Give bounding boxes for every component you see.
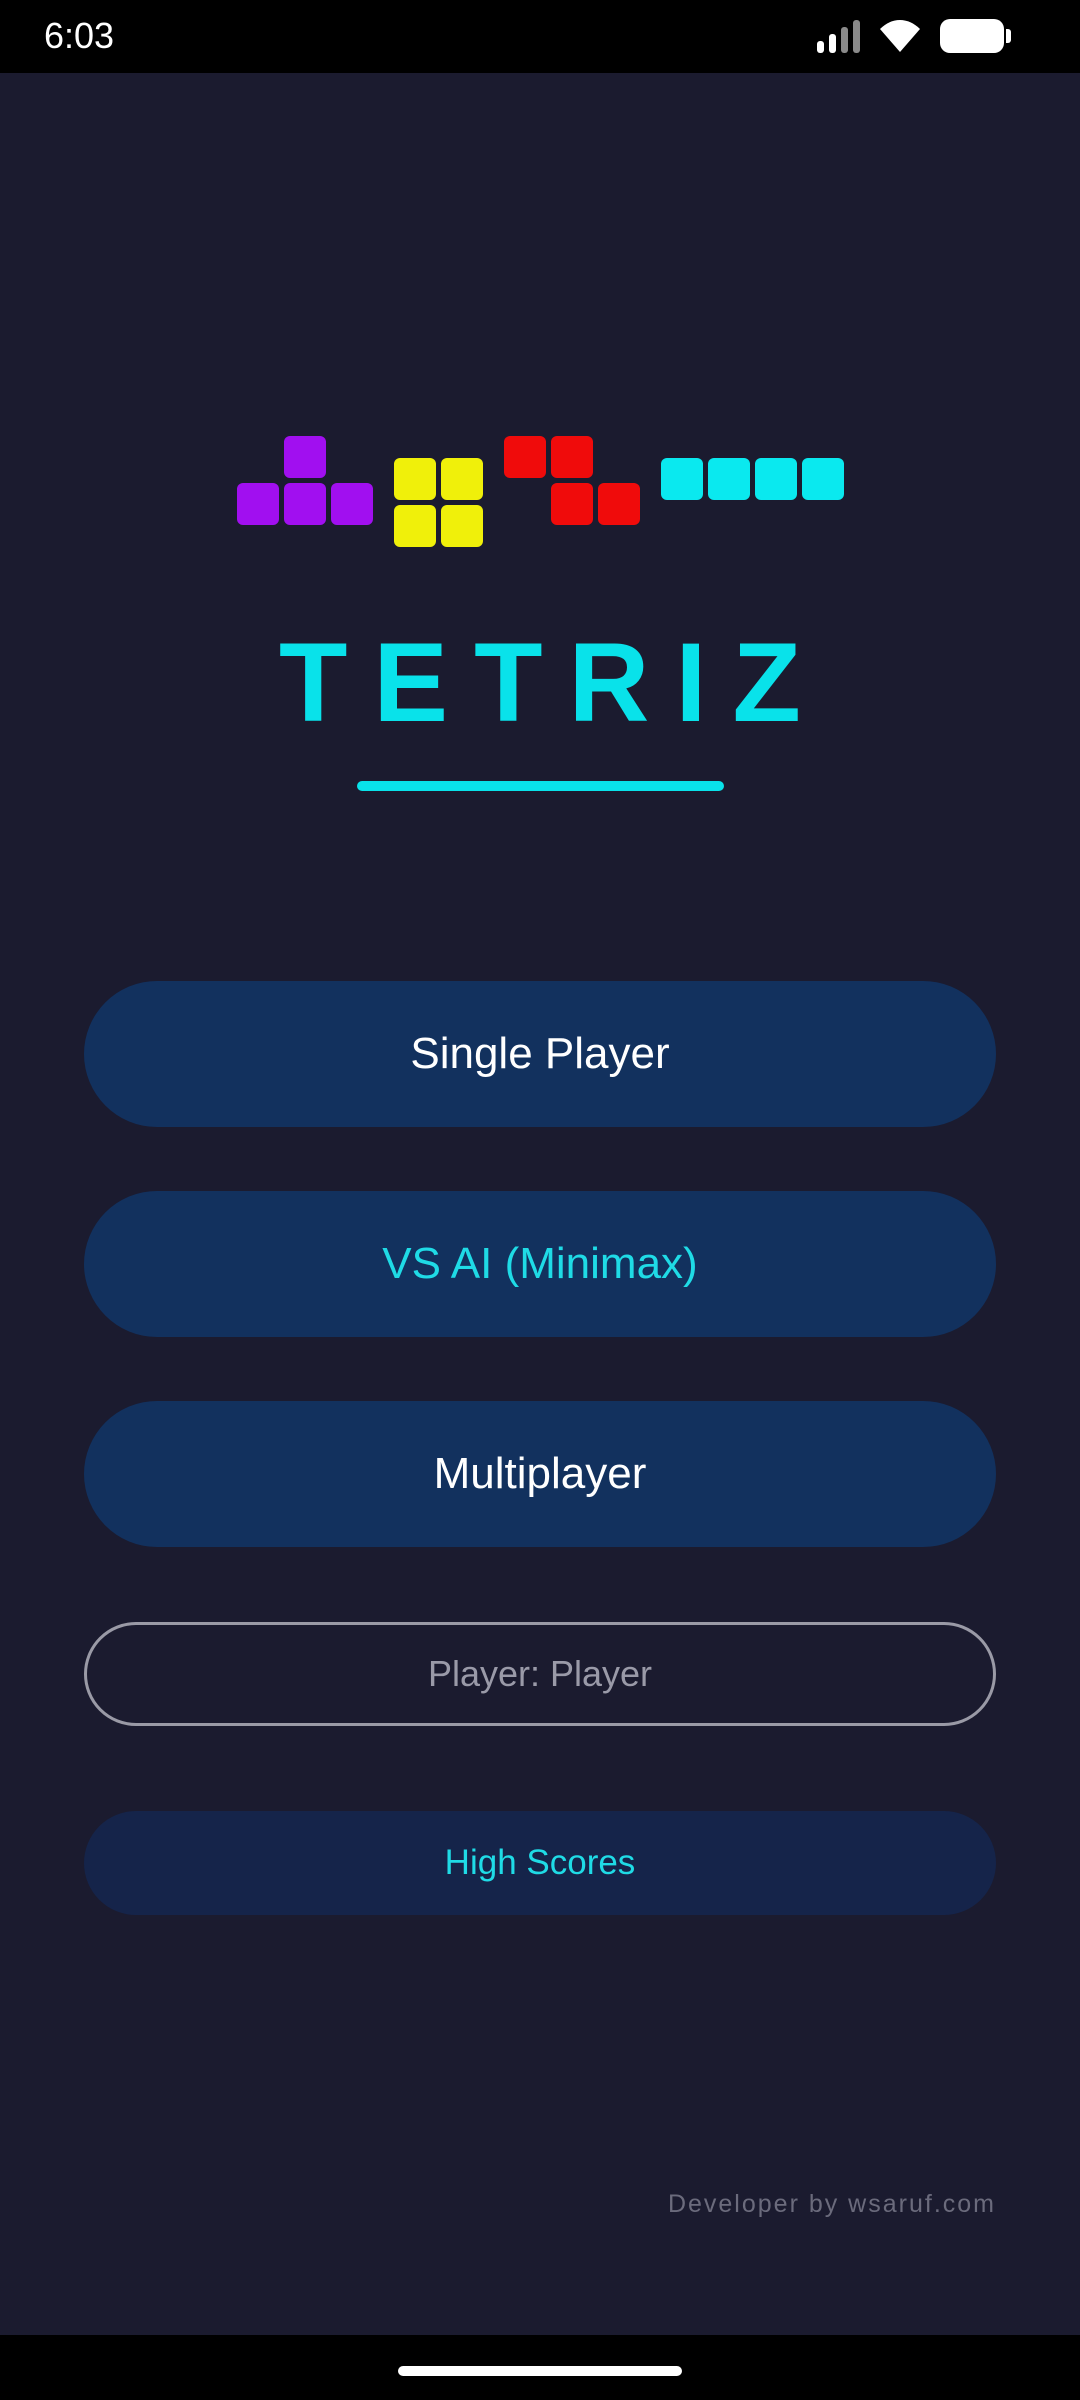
- player-name-field[interactable]: Player: Player: [84, 1622, 996, 1726]
- i-piece-block: [802, 458, 844, 500]
- i-piece-block: [661, 458, 703, 500]
- o-piece-block: [441, 458, 483, 500]
- t-piece-block: [331, 483, 373, 525]
- app-title: TETRIZ: [279, 620, 827, 745]
- single-player-button[interactable]: Single Player: [84, 981, 996, 1127]
- t-piece-block: [284, 436, 326, 478]
- z-piece-block: [598, 483, 640, 525]
- o-piece-block: [394, 458, 436, 500]
- status-bar: 6:03: [0, 0, 1080, 73]
- battery-icon: [940, 19, 1011, 53]
- t-piece-block: [237, 483, 279, 525]
- tetromino-logo: [0, 73, 1080, 673]
- z-piece-block: [551, 483, 593, 525]
- i-piece-block: [755, 458, 797, 500]
- wifi-icon: [880, 20, 920, 52]
- z-piece-block: [504, 436, 546, 478]
- o-piece-block: [394, 505, 436, 547]
- home-indicator[interactable]: [398, 2366, 682, 2376]
- high-scores-button[interactable]: High Scores: [84, 1811, 996, 1915]
- developer-credit: Developer by wsaruf.com: [667, 2190, 996, 2218]
- t-piece-block: [284, 483, 326, 525]
- signal-icon: [817, 19, 860, 53]
- i-piece-block: [708, 458, 750, 500]
- o-piece-block: [441, 505, 483, 547]
- main-menu-screen: TETRIZ Single Player VS AI (Minimax) Mul…: [0, 73, 1080, 2335]
- navigation-bar: [0, 2335, 1080, 2400]
- status-time: 6:03: [44, 15, 115, 56]
- vs-ai-button[interactable]: VS AI (Minimax): [84, 1191, 996, 1337]
- multiplayer-button[interactable]: Multiplayer: [84, 1401, 996, 1547]
- title-underline: [357, 781, 724, 791]
- status-icons: [817, 16, 1011, 56]
- z-piece-block: [551, 436, 593, 478]
